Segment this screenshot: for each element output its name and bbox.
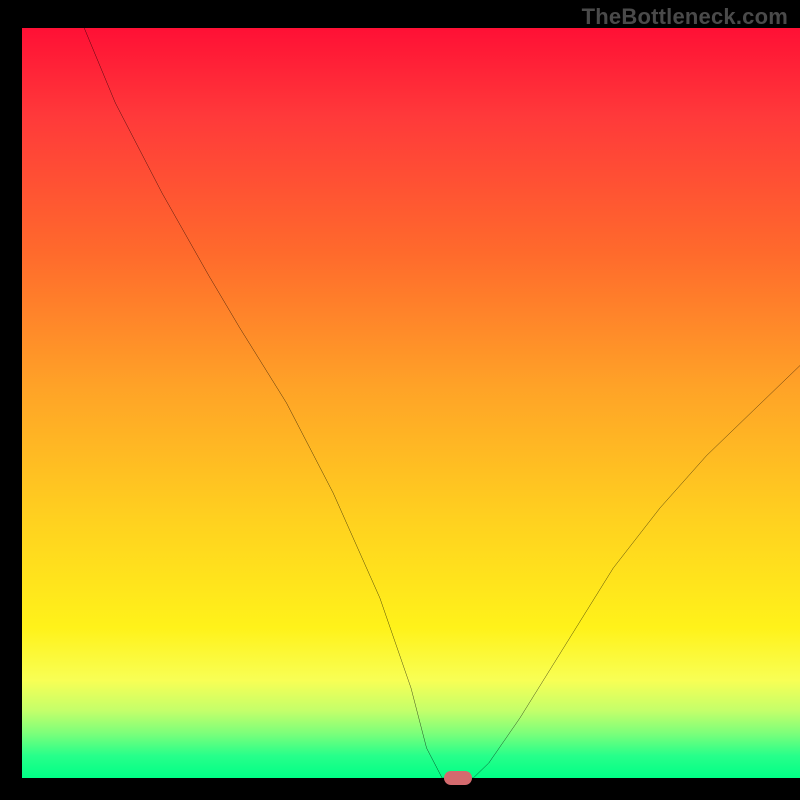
minimum-marker: [444, 771, 472, 785]
curve-path: [84, 28, 800, 778]
chart-frame: TheBottleneck.com: [0, 0, 800, 800]
bottleneck-curve: [22, 28, 800, 778]
watermark-text: TheBottleneck.com: [582, 4, 788, 30]
plot-area: [22, 28, 800, 778]
